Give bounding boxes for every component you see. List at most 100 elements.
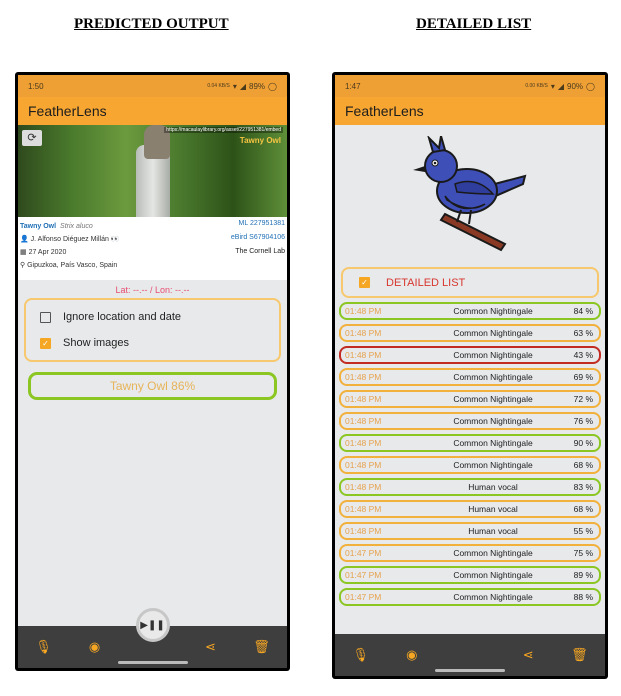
option-show-images[interactable]: ✓ Show images bbox=[26, 330, 279, 356]
photo-species-tag: Tawny Owl bbox=[239, 136, 281, 145]
net-speed: 0.00 KB/S bbox=[525, 83, 548, 89]
eye-icon[interactable]: ◉ bbox=[402, 647, 422, 663]
detailed-list-toggle[interactable]: ✓ DETAILED LIST bbox=[341, 267, 599, 298]
calendar-icon: ▦ bbox=[20, 249, 27, 256]
mic-icon[interactable]: 🎙 bbox=[34, 639, 54, 655]
wifi-icon: ▾ bbox=[232, 81, 237, 91]
net-speed: 0.04 KB/S bbox=[207, 83, 230, 89]
screen-left: 1:50 0.04 KB/S ▾ ◢ 89% ◯ FeatherLens htt… bbox=[18, 75, 287, 668]
battery-icon: ◯ bbox=[586, 81, 595, 91]
trash-icon[interactable]: 🗑 bbox=[252, 639, 272, 655]
app-title: FeatherLens bbox=[335, 97, 605, 125]
list-item[interactable]: 01:47 PM Common Nightingale 89 % bbox=[339, 566, 601, 584]
item-confidence: 88 % bbox=[573, 592, 593, 602]
item-confidence: 72 % bbox=[573, 394, 593, 404]
list-item[interactable]: 01:48 PM Common Nightingale 76 % bbox=[339, 412, 601, 430]
status-time: 1:50 bbox=[28, 81, 44, 91]
screen-right: 1:47 0.00 KB/S ▾ ◢ 90% ◯ FeatherLens ✓ D… bbox=[335, 75, 605, 676]
battery-level: 89% bbox=[249, 81, 266, 91]
checkbox-ignore-location[interactable] bbox=[40, 311, 51, 323]
detections-list: 01:48 PM Common Nightingale 84 % 01:48 PM Co… bbox=[335, 302, 605, 606]
checkbox-show-images[interactable]: ✓ bbox=[40, 337, 51, 349]
item-confidence: 89 % bbox=[573, 570, 593, 580]
bird-logo-icon bbox=[335, 125, 605, 267]
item-time: 01:48 PM bbox=[345, 372, 382, 382]
option-label: Ignore location and date bbox=[63, 311, 182, 323]
item-time: 01:48 PM bbox=[345, 438, 382, 448]
ebird-link[interactable]: eBird S67904106 bbox=[231, 234, 285, 241]
options-box: Ignore location and date ✓ Show images bbox=[24, 298, 281, 362]
list-item[interactable]: 01:48 PM Human vocal 55 % bbox=[339, 522, 601, 540]
refresh-icon[interactable]: ⟳ bbox=[22, 130, 42, 146]
share-icon[interactable]: ⋖ bbox=[201, 639, 221, 655]
item-time: 01:48 PM bbox=[345, 306, 382, 316]
app-title: FeatherLens bbox=[18, 97, 287, 125]
list-item[interactable]: 01:48 PM Common Nightingale 43 % bbox=[339, 346, 601, 364]
eye-icon[interactable]: ◉ bbox=[85, 639, 105, 655]
item-time: 01:48 PM bbox=[345, 526, 382, 536]
list-item[interactable]: 01:48 PM Common Nightingale 69 % bbox=[339, 368, 601, 386]
trash-icon[interactable]: 🗑 bbox=[569, 647, 589, 663]
status-bar: 1:50 0.04 KB/S ▾ ◢ 89% ◯ bbox=[18, 75, 287, 97]
photo-metadata: Tawny Owl Strix aluco 👤 J. Alfonso Diégue… bbox=[18, 217, 287, 280]
phone-right: 1:47 0.00 KB/S ▾ ◢ 90% ◯ FeatherLens ✓ D… bbox=[332, 72, 608, 679]
bird-photo[interactable]: https://macaulaylibrary.org/asset/227951… bbox=[18, 125, 287, 217]
item-confidence: 90 % bbox=[573, 438, 593, 448]
list-item[interactable]: 01:48 PM Common Nightingale 68 % bbox=[339, 456, 601, 474]
checkbox-detailed-list[interactable]: ✓ bbox=[359, 277, 370, 288]
mic-icon[interactable]: 🎙 bbox=[351, 647, 371, 663]
signal-icon: ◢ bbox=[239, 81, 247, 91]
lat-lon-readout: Lat: --.-- / Lon: --.-- bbox=[115, 285, 190, 295]
obs-location: Gipuzkoa, País Vasco, Spain bbox=[27, 262, 118, 269]
scientific-name: Strix aluco bbox=[60, 223, 93, 230]
cornell-lab-logo: The Cornell Lab bbox=[235, 248, 285, 255]
obs-date: 27 Apr 2020 bbox=[28, 249, 67, 256]
author-name: J. Alfonso Diéguez Millán 👀 bbox=[30, 236, 120, 243]
item-time: 01:48 PM bbox=[345, 394, 382, 404]
item-time: 01:48 PM bbox=[345, 328, 382, 338]
item-confidence: 75 % bbox=[573, 548, 593, 558]
item-confidence: 84 % bbox=[573, 306, 593, 316]
item-confidence: 69 % bbox=[573, 372, 593, 382]
home-indicator[interactable] bbox=[435, 669, 505, 672]
list-item[interactable]: 01:48 PM Common Nightingale 90 % bbox=[339, 434, 601, 452]
list-item[interactable]: 01:48 PM Common Nightingale 72 % bbox=[339, 390, 601, 408]
signal-icon: ◢ bbox=[557, 81, 565, 91]
toggle-label: DETAILED LIST bbox=[386, 276, 466, 289]
home-indicator[interactable] bbox=[117, 661, 188, 664]
item-confidence: 83 % bbox=[573, 482, 593, 492]
status-bar: 1:47 0.00 KB/S ▾ ◢ 90% ◯ bbox=[335, 75, 605, 97]
item-time: 01:47 PM bbox=[345, 570, 382, 580]
battery-icon: ◯ bbox=[268, 81, 277, 91]
play-pause-icon[interactable]: ▶❚❚ bbox=[135, 608, 170, 642]
heading-detailed-list: DETAILED LIST bbox=[416, 16, 532, 32]
list-item[interactable]: 01:48 PM Human vocal 83 % bbox=[339, 478, 601, 496]
prediction-result[interactable]: Tawny Owl 86% bbox=[28, 372, 277, 400]
item-confidence: 55 % bbox=[573, 526, 593, 536]
option-ignore-location[interactable]: Ignore location and date bbox=[26, 304, 279, 330]
list-item[interactable]: 01:48 PM Common Nightingale 63 % bbox=[339, 324, 601, 342]
list-item[interactable]: 01:48 PM Common Nightingale 84 % bbox=[339, 302, 601, 320]
list-item[interactable]: 01:47 PM Common Nightingale 75 % bbox=[339, 544, 601, 562]
common-name: Tawny Owl bbox=[20, 223, 57, 230]
wifi-icon: ▾ bbox=[550, 81, 555, 91]
battery-level: 90% bbox=[567, 81, 584, 91]
item-confidence: 63 % bbox=[573, 328, 593, 338]
item-confidence: 43 % bbox=[573, 350, 593, 360]
item-confidence: 68 % bbox=[573, 504, 593, 514]
item-time: 01:48 PM bbox=[345, 482, 382, 492]
item-time: 01:47 PM bbox=[345, 592, 382, 602]
status-time: 1:47 bbox=[345, 81, 361, 91]
option-label: Show images bbox=[63, 337, 130, 349]
item-time: 01:48 PM bbox=[345, 416, 382, 426]
person-icon: 👤 bbox=[20, 236, 29, 243]
pin-icon: ⚲ bbox=[20, 262, 26, 269]
heading-predicted-output: PREDICTED OUTPUT bbox=[74, 16, 229, 32]
phone-left: 1:50 0.04 KB/S ▾ ◢ 89% ◯ FeatherLens htt… bbox=[15, 72, 290, 671]
share-icon[interactable]: ⋖ bbox=[518, 647, 538, 663]
ml-link[interactable]: ML 227951381 bbox=[239, 220, 285, 227]
photo-url[interactable]: https://macaulaylibrary.org/asset/227951… bbox=[164, 127, 283, 133]
item-time: 01:48 PM bbox=[345, 504, 382, 514]
list-item[interactable]: 01:47 PM Common Nightingale 88 % bbox=[339, 588, 601, 606]
list-item[interactable]: 01:48 PM Human vocal 68 % bbox=[339, 500, 601, 518]
